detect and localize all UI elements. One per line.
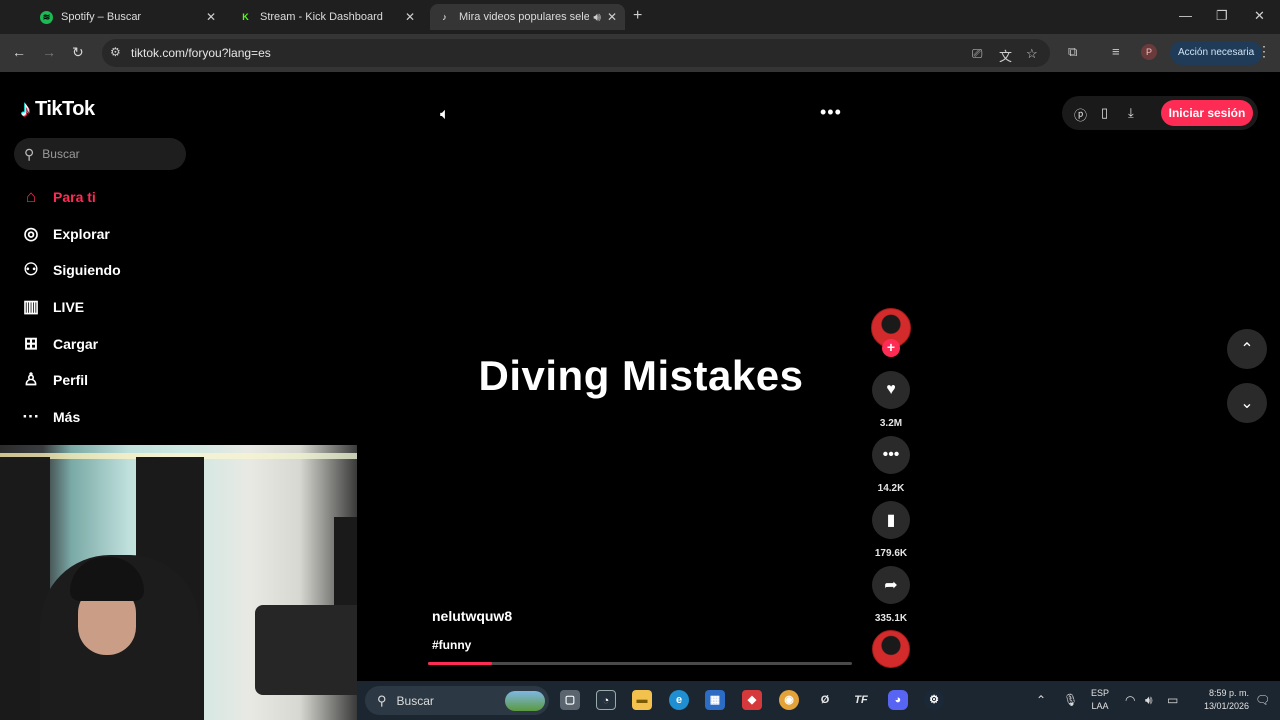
bookmark-icon[interactable]: ▮ — [872, 501, 910, 539]
previous-video-button[interactable]: ⌃ — [1227, 329, 1267, 369]
steam-icon[interactable]: ⚙ — [924, 690, 944, 710]
app-tf-icon[interactable]: TF — [851, 690, 871, 710]
heart-icon[interactable]: ♥ — [872, 371, 910, 409]
windows-taskbar: ⚲ Buscar ▢ ◔ ▬ e ▦ ◆ ◉ Ø TF ◕ ⚙ ⌃ 🎙︎ ESP… — [357, 681, 1280, 720]
tab-tiktok[interactable]: ♪ Mira videos populares selec 🔊︎ ✕ — [430, 4, 625, 30]
video-author[interactable]: nelutwquw8 — [432, 608, 512, 624]
translate-icon[interactable]: 文 — [999, 46, 1012, 65]
video-caption-text: Diving Mistakes — [478, 352, 804, 399]
coins-icon[interactable]: ⓟ — [1074, 105, 1087, 124]
tiktok-icon: ♪ — [442, 12, 447, 22]
notifications-icon[interactable]: 🗨︎ — [1255, 693, 1270, 707]
install-app-icon[interactable]: ⎚ — [972, 46, 982, 62]
battery-icon[interactable]: ▭ — [1167, 693, 1178, 707]
follow-button[interactable]: + — [882, 339, 900, 357]
search-icon: ⚲ — [377, 692, 387, 708]
speaker-icon[interactable]: 🔊︎ — [593, 10, 601, 25]
close-tab-icon[interactable]: ✕ — [405, 10, 415, 24]
upload-icon: ⊞ — [23, 334, 39, 353]
comment-icon[interactable]: ••• — [872, 436, 910, 474]
search-highlight-image — [505, 691, 545, 711]
share-arrow-icon[interactable]: ➦ — [872, 566, 910, 604]
bookmark-star-icon[interactable]: ☆ — [1026, 46, 1038, 62]
address-bar[interactable]: ⚙ tiktok.com/foryou?lang=es ⎚ 文 ☆ — [102, 39, 1050, 67]
show-hidden-icons[interactable]: ⌃ — [1036, 693, 1046, 707]
save-action[interactable]: ▮ 179.6K — [872, 501, 910, 559]
video-hashtag[interactable]: #funny — [432, 638, 471, 652]
action-required-button[interactable]: Acción necesaria — [1170, 41, 1263, 65]
maximize-button[interactable]: ❐ — [1216, 8, 1228, 24]
spotify-icon: ≋ — [40, 10, 53, 24]
back-button[interactable]: ← — [12, 44, 26, 60]
search-box[interactable]: ⚲ — [14, 138, 186, 170]
volume-tray-icon[interactable]: 🔊︎ — [1145, 693, 1153, 708]
media-control-icon[interactable]: ≡ — [1112, 44, 1120, 59]
video-progress-bar[interactable] — [428, 662, 852, 665]
copilot-icon[interactable]: ◔ — [596, 690, 616, 710]
store-icon[interactable]: ▦ — [705, 690, 725, 710]
close-tab-icon[interactable]: ✕ — [206, 10, 216, 24]
browser-toolbar: ← → ↻ ⚙ tiktok.com/foryou?lang=es ⎚ 文 ☆ … — [0, 34, 1280, 72]
task-view-icon[interactable]: ▢ — [560, 690, 580, 710]
nav-perfil[interactable]: ♙ Perfil — [20, 366, 88, 394]
app-red-icon[interactable]: ◆ — [742, 690, 762, 710]
tiktok-note-icon: ♪ — [20, 96, 31, 121]
tiktok-logo[interactable]: ♪ TikTok — [20, 96, 95, 122]
browser-menu-icon[interactable]: ⋮ — [1257, 43, 1271, 60]
search-icon: ⚲ — [24, 145, 35, 162]
webcam-overlay — [0, 445, 357, 720]
tab-spotify[interactable]: ≋ Spotify – Buscar ✕ — [32, 4, 224, 30]
profile-avatar[interactable]: P — [1141, 44, 1157, 60]
edge-icon[interactable]: e — [669, 690, 689, 710]
file-explorer-icon[interactable]: ▬ — [632, 690, 652, 710]
forward-button[interactable]: → — [42, 44, 56, 60]
video-progress-fill — [428, 662, 492, 665]
site-info-icon[interactable]: ⚙ — [110, 45, 121, 59]
login-button[interactable]: Iniciar sesión — [1161, 100, 1253, 126]
minimize-button[interactable]: — — [1179, 8, 1192, 23]
next-video-button[interactable]: ⌄ — [1227, 383, 1267, 423]
comment-action[interactable]: ••• 14.2K — [872, 436, 910, 494]
more-options-icon[interactable]: ••• — [820, 102, 842, 123]
language-indicator[interactable]: ESP LAA — [1091, 687, 1109, 713]
phone-app-icon[interactable]: ▯ — [1101, 105, 1108, 121]
kick-icon: K — [242, 12, 249, 22]
microphone-icon[interactable]: 🎙︎ — [1063, 693, 1078, 707]
live-icon: ▥ — [22, 297, 40, 316]
profile-icon: ♙ — [23, 370, 39, 389]
search-input[interactable] — [42, 147, 173, 161]
chrome-icon[interactable]: ◉ — [779, 690, 799, 710]
download-icon[interactable]: ⤓ — [1128, 105, 1134, 121]
close-tab-icon[interactable]: ✕ — [607, 10, 617, 24]
close-window-button[interactable]: ✕ — [1254, 8, 1265, 24]
new-tab-button[interactable]: + — [633, 7, 642, 25]
nav-cargar[interactable]: ⊞ Cargar — [20, 330, 98, 358]
share-action[interactable]: ➦ 335.1K — [872, 566, 910, 624]
taskbar-search[interactable]: ⚲ Buscar — [365, 686, 549, 715]
more-icon: ··· — [22, 407, 40, 426]
compass-icon: ◎ — [23, 224, 39, 243]
extensions-icon[interactable]: ⧉ — [1068, 44, 1077, 60]
nav-explorar[interactable]: ◎ Explorar — [20, 220, 110, 248]
video-player[interactable]: 🔈︎ ••• Diving Mistakes nelutwquw8 #funny — [424, 86, 858, 668]
like-action[interactable]: ♥ 3.2M — [872, 371, 910, 429]
wifi-icon[interactable]: ◠ — [1125, 693, 1135, 707]
nav-siguiendo[interactable]: ⚇ Siguiendo — [20, 256, 120, 284]
volume-icon[interactable]: 🔈︎ — [440, 106, 450, 124]
system-clock[interactable]: 8:59 p. m. 13/01/2026 — [1197, 687, 1249, 713]
following-icon: ⚇ — [23, 260, 39, 279]
app-circle-icon[interactable]: Ø — [815, 690, 835, 710]
nav-mas[interactable]: ··· Más — [20, 403, 81, 431]
discord-icon[interactable]: ◕ — [888, 690, 908, 710]
home-icon: ⌂ — [25, 187, 37, 206]
nav-live[interactable]: ▥ LIVE — [20, 293, 84, 321]
couch — [255, 605, 357, 695]
sound-avatar[interactable] — [872, 630, 910, 668]
tab-kick[interactable]: K Stream - Kick Dashboard ✕ — [231, 4, 423, 30]
browser-tab-bar: ≋ Spotify – Buscar ✕ K Stream - Kick Das… — [0, 0, 1280, 34]
nav-para-ti[interactable]: ⌂ Para ti — [20, 183, 96, 211]
reload-button[interactable]: ↻ — [72, 44, 84, 61]
